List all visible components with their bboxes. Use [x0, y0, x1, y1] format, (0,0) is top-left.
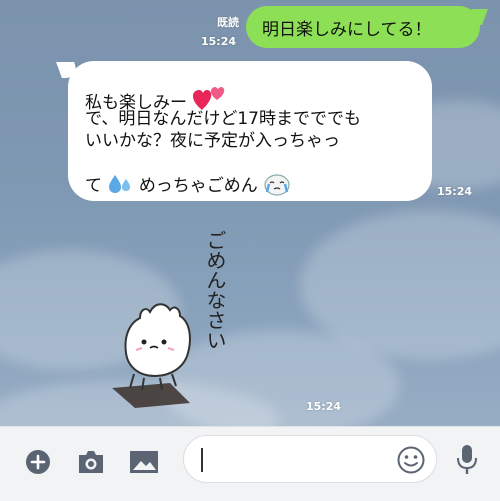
microphone-icon[interactable] [456, 444, 478, 476]
incoming-line-text: めっちゃごめん [138, 176, 258, 196]
sticker-text: ごめんなさい [203, 230, 227, 350]
outgoing-timestamp: 15:24 [201, 35, 237, 48]
text-caret [201, 448, 203, 472]
camera-icon[interactable] [76, 449, 106, 475]
incoming-timestamp: 15:24 [437, 185, 473, 198]
emoji-icon[interactable] [396, 445, 426, 475]
incoming-line-4: て めっちゃごめん [85, 172, 291, 197]
sorry-sticker[interactable]: ごめんなさい [100, 218, 260, 408]
incoming-line-3: いいかな？夜に予定が入っちゃっ [85, 131, 340, 151]
sticker-timestamp: 15:24 [306, 400, 342, 413]
plus-icon[interactable] [25, 449, 51, 475]
read-receipt: 既読 [217, 16, 239, 29]
outgoing-message-text: 明日楽しみにしてる！ [262, 20, 432, 40]
image-icon[interactable] [129, 449, 159, 475]
incoming-line-text: て [85, 176, 102, 196]
crying-face-icon [264, 174, 290, 196]
incoming-line-2: で、明日なんだけど17時までででも [85, 109, 361, 129]
sweat-drop-icon [109, 175, 131, 193]
